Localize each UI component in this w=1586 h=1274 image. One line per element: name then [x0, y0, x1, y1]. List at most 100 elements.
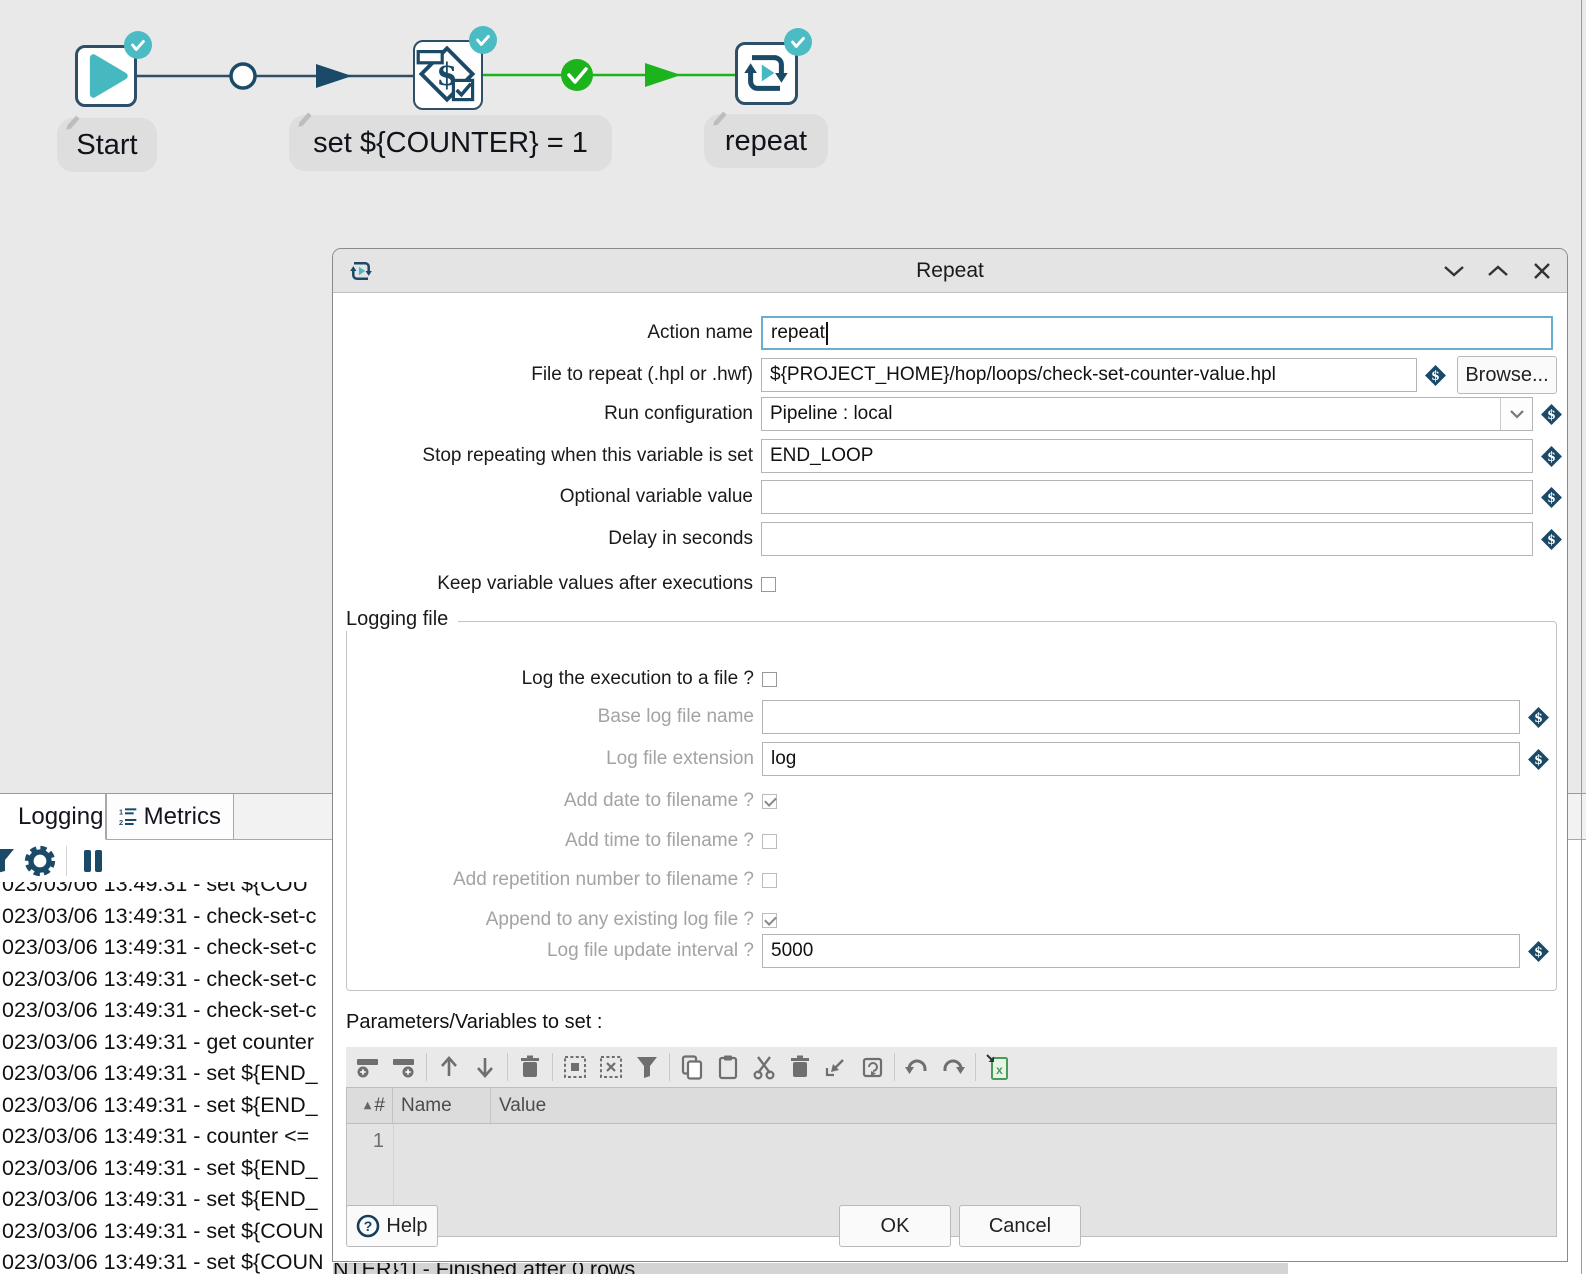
- set-variables-icon: $: [415, 42, 479, 106]
- stop-variable-input[interactable]: END_LOOP: [761, 439, 1533, 473]
- file-to-repeat-input[interactable]: ${PROJECT_HOME}/hop/loops/check-set-coun…: [761, 358, 1417, 392]
- filter-log-button[interactable]: [0, 841, 20, 881]
- svg-text:x: x: [996, 1063, 1003, 1077]
- svg-text:$: $: [1431, 368, 1440, 383]
- log-extension-input[interactable]: log: [762, 742, 1520, 776]
- svg-text:$: $: [1534, 710, 1543, 725]
- close-icon[interactable]: [1531, 260, 1553, 282]
- column-header-value[interactable]: Value: [491, 1088, 1556, 1123]
- add-date-label: Add date to filename ?: [347, 790, 754, 812]
- svg-text:?: ?: [364, 1218, 373, 1234]
- node-label-set-counter[interactable]: set ${COUNTER} = 1: [289, 115, 612, 171]
- sort-asc-icon: ▲: [364, 1100, 372, 1111]
- variable-icon[interactable]: $: [1540, 528, 1563, 551]
- variable-icon[interactable]: $: [1540, 445, 1563, 468]
- start-icon: [78, 48, 134, 104]
- params-title: Parameters/Variables to set :: [346, 1011, 602, 1034]
- toolbar-separator: [426, 1053, 427, 1081]
- paste-rows-button[interactable]: [710, 1049, 746, 1085]
- maximize-chevron-up-icon[interactable]: [1487, 260, 1509, 282]
- optional-value-input[interactable]: [761, 480, 1533, 514]
- ok-button[interactable]: OK: [839, 1205, 951, 1247]
- svg-text:$: $: [1534, 944, 1543, 959]
- log-to-file-label: Log the execution to a file ?: [347, 668, 754, 690]
- chevron-down-icon[interactable]: [1500, 398, 1532, 430]
- node-label-repeat[interactable]: repeat: [704, 114, 828, 168]
- tab-logging[interactable]: 1 g Logging: [0, 794, 106, 840]
- repeat-icon: [738, 45, 794, 101]
- pause-log-button[interactable]: [73, 841, 113, 881]
- edit-pencil-icon: [295, 107, 317, 129]
- file-to-repeat-label: File to repeat (.hpl or .hwf): [333, 364, 753, 386]
- delay-input[interactable]: [761, 522, 1533, 556]
- node-label-start[interactable]: Start: [57, 118, 157, 172]
- add-time-checkbox[interactable]: [762, 834, 777, 849]
- copy-rows-button[interactable]: [674, 1049, 710, 1085]
- select-all-rows-button[interactable]: [557, 1049, 593, 1085]
- delete-rows-button[interactable]: [512, 1049, 548, 1085]
- keep-selected-rows-button[interactable]: [818, 1049, 854, 1085]
- add-date-checkbox[interactable]: [762, 794, 777, 809]
- edit-pencil-icon: [63, 110, 85, 132]
- keep-values-label: Keep variable values after executions: [333, 573, 753, 595]
- minimize-chevron-down-icon[interactable]: [1443, 260, 1465, 282]
- run-configuration-label: Run configuration: [333, 403, 753, 425]
- hop-unconditional-icon[interactable]: [231, 64, 255, 88]
- update-interval-label: Log file update interval ?: [347, 940, 754, 962]
- variable-icon[interactable]: $: [1527, 748, 1550, 771]
- column-header-num[interactable]: ▲ #: [347, 1088, 393, 1123]
- add-time-label: Add time to filename ?: [347, 830, 754, 852]
- browse-button[interactable]: Browse...: [1457, 356, 1557, 394]
- svg-text:2: 2: [119, 817, 123, 826]
- delete-selected-rows-button[interactable]: [782, 1049, 818, 1085]
- node-set-counter[interactable]: $: [413, 40, 483, 110]
- log-extension-label: Log file extension: [347, 748, 754, 770]
- params-table: ▲ # Name Value 1: [346, 1087, 1557, 1237]
- dialog-titlebar[interactable]: Repeat: [333, 249, 1567, 293]
- column-header-name[interactable]: Name: [393, 1088, 491, 1123]
- node-label-text: repeat: [725, 125, 807, 158]
- add-repetition-checkbox[interactable]: [762, 873, 777, 888]
- move-rows-up-button[interactable]: [431, 1049, 467, 1085]
- tab-metrics[interactable]: 1 2 Metrics: [106, 794, 234, 840]
- variable-icon[interactable]: $: [1424, 364, 1447, 387]
- copy-to-excel-button[interactable]: x: [980, 1049, 1016, 1085]
- base-log-name-input[interactable]: [762, 700, 1520, 734]
- hop-success-icon[interactable]: [561, 59, 593, 91]
- log-to-file-checkbox[interactable]: [762, 672, 777, 687]
- variable-icon[interactable]: $: [1527, 940, 1550, 963]
- log-settings-button[interactable]: [20, 841, 60, 881]
- move-rows-down-button[interactable]: [467, 1049, 503, 1085]
- keep-values-checkbox[interactable]: [761, 577, 776, 592]
- svg-text:1: 1: [119, 807, 123, 816]
- logging-file-group-title: Logging file: [346, 608, 458, 631]
- append-log-checkbox[interactable]: [762, 913, 777, 928]
- table-row[interactable]: 1: [347, 1130, 393, 1153]
- update-interval-input[interactable]: 5000: [762, 934, 1520, 968]
- node-label-text: Start: [76, 129, 137, 162]
- undo-button[interactable]: [899, 1049, 935, 1085]
- filtered-selection-button[interactable]: [629, 1049, 665, 1085]
- params-table-body[interactable]: 1: [347, 1124, 1556, 1236]
- copy-row-fields-button[interactable]: [854, 1049, 890, 1085]
- clear-selection-button[interactable]: [593, 1049, 629, 1085]
- params-table-header: ▲ # Name Value: [347, 1088, 1556, 1124]
- toolbar-separator: [66, 846, 67, 876]
- toolbar-separator: [507, 1053, 508, 1081]
- insert-row-after-button[interactable]: [386, 1049, 422, 1085]
- variable-icon[interactable]: $: [1540, 403, 1563, 426]
- action-name-input[interactable]: repeat: [761, 316, 1553, 350]
- variable-icon[interactable]: $: [1527, 706, 1550, 729]
- append-log-label: Append to any existing log file ?: [347, 909, 754, 931]
- toolbar-separator: [552, 1053, 553, 1081]
- cancel-button[interactable]: Cancel: [959, 1205, 1081, 1247]
- variable-icon[interactable]: $: [1540, 486, 1563, 509]
- help-icon: ?: [356, 1214, 380, 1238]
- params-toolbar: x: [346, 1047, 1557, 1087]
- run-configuration-combo[interactable]: Pipeline : local: [761, 397, 1533, 431]
- insert-row-before-button[interactable]: [350, 1049, 386, 1085]
- help-button[interactable]: ? Help: [346, 1205, 438, 1247]
- cut-rows-button[interactable]: [746, 1049, 782, 1085]
- redo-button[interactable]: [935, 1049, 971, 1085]
- text-caret: [826, 322, 828, 345]
